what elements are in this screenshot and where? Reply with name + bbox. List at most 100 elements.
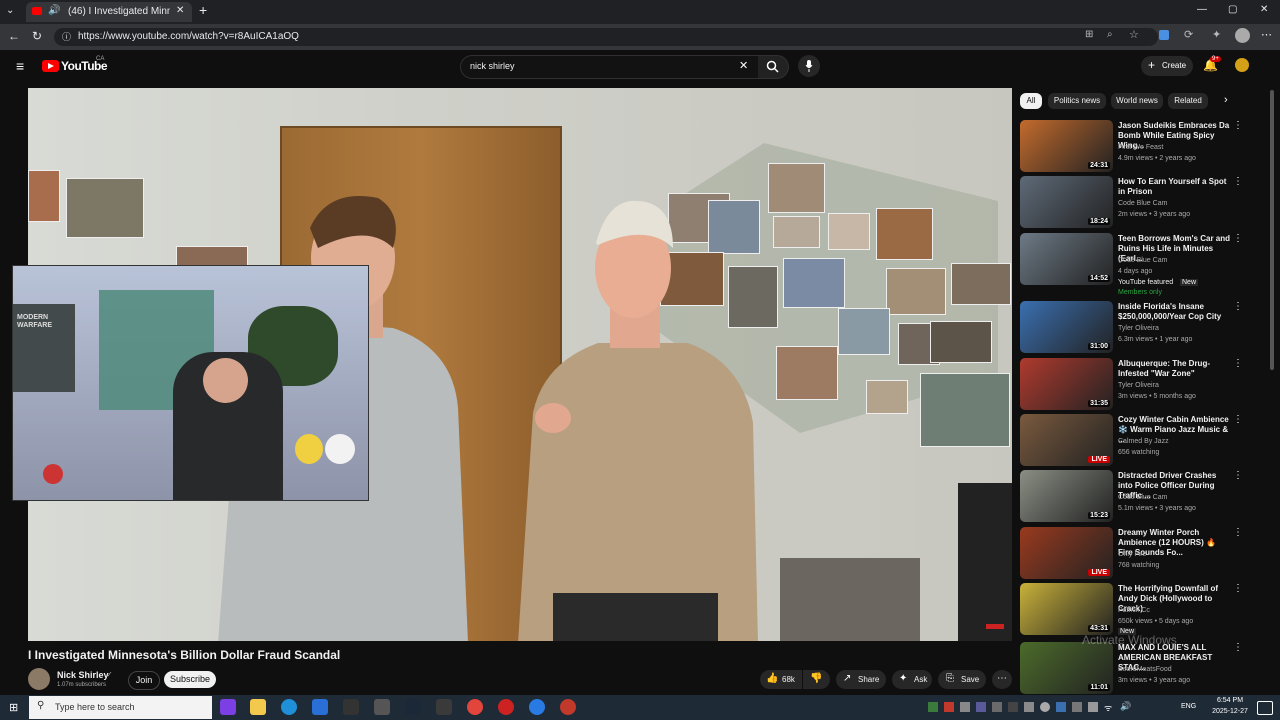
more-options-icon[interactable]: ⋮	[1233, 414, 1243, 425]
recommendation-item[interactable]: 31:00 Inside Florida's Insane $250,000,00…	[1020, 301, 1260, 357]
taskbar-app-icon[interactable]	[529, 699, 545, 715]
notification-center-icon[interactable]	[1257, 701, 1273, 715]
zoom-icon[interactable]: ⌕	[1107, 29, 1113, 40]
chip-politics-news[interactable]: Politics news	[1048, 93, 1106, 109]
youtube-logo-icon[interactable]	[42, 60, 59, 72]
more-actions-button[interactable]: ⋯	[992, 670, 1012, 689]
clock-time[interactable]: 6:54 PM	[1210, 697, 1250, 704]
like-button[interactable]: 👍 68k	[760, 670, 802, 689]
tray-icon[interactable]	[1024, 702, 1034, 712]
recommendation-title[interactable]: Albuquerque: The Drug-Infested "War Zone…	[1118, 359, 1230, 379]
channel-avatar[interactable]	[28, 668, 50, 690]
tab-list-icon[interactable]: ⌄	[6, 5, 14, 16]
more-options-icon[interactable]: ⋮	[1233, 527, 1243, 538]
site-info-icon[interactable]: ⓘ	[62, 30, 71, 43]
bookmark-star-icon[interactable]: ☆	[1129, 28, 1139, 41]
extension-icon[interactable]	[1159, 30, 1169, 40]
video-thumbnail[interactable]: 31:00	[1020, 301, 1113, 353]
profile-avatar[interactable]	[1235, 28, 1250, 43]
tray-icon[interactable]	[1056, 702, 1066, 712]
clear-search-icon[interactable]: ✕	[739, 59, 748, 72]
ask-button[interactable]: ✦ Ask	[892, 670, 932, 689]
page-scrollbar[interactable]	[1270, 90, 1274, 370]
recommendation-channel[interactable]: Code Blue Cam	[1118, 200, 1167, 207]
channel-name[interactable]: Nick Shirley	[57, 670, 109, 680]
more-options-icon[interactable]: ⋮	[1233, 358, 1243, 369]
tray-icon[interactable]	[992, 702, 1002, 712]
recommendation-item[interactable]: 14:52 Teen Borrows Mom's Car and Ruins Hi…	[1020, 233, 1260, 296]
new-tab-icon[interactable]: +	[199, 2, 207, 18]
video-thumbnail[interactable]: LIVE	[1020, 527, 1113, 579]
recommendation-channel[interactable]: First We Feast	[1118, 144, 1163, 151]
taskbar-app-icon[interactable]	[220, 699, 236, 715]
more-options-icon[interactable]: ⋮	[1233, 233, 1243, 244]
recommendation-item[interactable]: 15:23 Distracted Driver Crashes into Poli…	[1020, 470, 1260, 526]
window-close-icon[interactable]: ✕	[1260, 4, 1268, 15]
chip-world-news[interactable]: World news	[1111, 93, 1163, 109]
recommendation-item[interactable]: LIVE Dreamy Winter Porch Ambience (12 HOU…	[1020, 527, 1260, 583]
recommendation-item[interactable]: 24:31 Jason Sudeikis Embraces Da Bomb Whi…	[1020, 120, 1260, 176]
reload-icon[interactable]: ↻	[32, 29, 42, 43]
settings-icon[interactable]	[374, 699, 390, 715]
refresh-extension-icon[interactable]: ⟳	[1184, 28, 1193, 41]
hamburger-menu-icon[interactable]: ≡	[16, 58, 24, 74]
more-options-icon[interactable]: ⋮	[1233, 176, 1243, 187]
browser-tab[interactable]: 🔊 (46) I Investigated Minnesota ✕	[26, 2, 192, 22]
create-button[interactable]: + Create	[1141, 56, 1193, 76]
recommendation-item[interactable]: 11:01 MAX AND LOUIE'S ALL AMERICAN BREAKF…	[1020, 642, 1260, 698]
taskbar-app-icon[interactable]	[436, 699, 452, 715]
chip-related[interactable]: Related	[1168, 93, 1208, 109]
more-options-icon[interactable]: ⋮	[1233, 120, 1243, 131]
tray-icon[interactable]	[960, 702, 970, 712]
recommendation-channel[interactable]: Code Blue Cam	[1118, 257, 1167, 264]
dislike-button[interactable]: 👎	[803, 670, 830, 689]
tray-icon[interactable]	[928, 702, 938, 712]
video-thumbnail[interactable]: 24:31	[1020, 120, 1113, 172]
taskbar-app-icon[interactable]	[560, 699, 576, 715]
app-icon[interactable]: ⊞	[1085, 29, 1093, 40]
recommendation-channel[interactable]: Tyler Oliveira	[1118, 325, 1159, 332]
volume-icon[interactable]: 🔊	[1120, 701, 1131, 712]
more-options-icon[interactable]: ⋮	[1233, 301, 1243, 312]
taskbar-app-icon[interactable]	[343, 699, 359, 715]
video-thumbnail[interactable]: 11:01	[1020, 642, 1113, 694]
recommendation-title[interactable]: How To Earn Yourself a Spot in Prison	[1118, 177, 1230, 197]
tab-close-icon[interactable]: ✕	[176, 5, 184, 16]
search-button[interactable]	[758, 55, 789, 79]
chip-all[interactable]: All	[1020, 93, 1042, 109]
recommendation-item[interactable]: 43:31 The Horrifying Downfall of Andy Dic…	[1020, 583, 1260, 639]
search-input[interactable]: nick shirley ✕	[460, 55, 760, 79]
video-thumbnail[interactable]: 43:31	[1020, 583, 1113, 635]
subscribe-button[interactable]: Subscribe	[164, 671, 216, 688]
minimize-icon[interactable]: —	[1197, 4, 1207, 15]
recommendation-title[interactable]: Inside Florida's Insane $250,000,000/Yea…	[1118, 302, 1230, 322]
puzzle-icon[interactable]: ✦	[1212, 28, 1221, 41]
tray-icon[interactable]	[944, 702, 954, 712]
save-button[interactable]: ⎘ Save	[938, 670, 986, 689]
more-options-icon[interactable]: ⋮	[1233, 642, 1243, 653]
video-thumbnail[interactable]: 18:24	[1020, 176, 1113, 228]
recommendation-item[interactable]: 18:24 How To Earn Yourself a Spot in Pris…	[1020, 176, 1260, 232]
video-thumbnail[interactable]: 14:52	[1020, 233, 1113, 285]
back-icon[interactable]: ←	[8, 29, 20, 43]
chevron-right-icon[interactable]: ›	[1224, 94, 1228, 106]
steam-icon[interactable]	[405, 699, 421, 715]
recommendation-channel[interactable]: Code Blue Cam	[1118, 494, 1167, 501]
video-thumbnail[interactable]: LIVE	[1020, 414, 1113, 466]
join-button[interactable]: Join	[128, 671, 160, 690]
tray-icon[interactable]	[1008, 702, 1018, 712]
audio-icon[interactable]: 🔊	[48, 5, 60, 16]
recommendation-item[interactable]: 31:35 Albuquerque: The Drug-Infested "War…	[1020, 358, 1260, 414]
video-thumbnail[interactable]: 15:23	[1020, 470, 1113, 522]
maximize-icon[interactable]: ▢	[1228, 4, 1237, 15]
taskbar-search-box[interactable]: ⚲ Type here to search	[29, 696, 212, 719]
more-options-icon[interactable]: ⋮	[1233, 470, 1243, 481]
taskbar-app-icon[interactable]	[312, 699, 328, 715]
recommendation-item[interactable]: LIVE Cozy Winter Cabin Ambience ❄️ Warm P…	[1020, 414, 1260, 470]
browser-menu-icon[interactable]: ⋯	[1261, 28, 1272, 41]
share-button[interactable]: ↗ Share	[836, 670, 886, 689]
recommendation-channel[interactable]: BeardMeatsFood	[1118, 666, 1172, 673]
edge-icon[interactable]	[281, 699, 297, 715]
account-avatar[interactable]	[1235, 58, 1249, 72]
recommendation-channel[interactable]: Tyler Oliveira	[1118, 382, 1159, 389]
